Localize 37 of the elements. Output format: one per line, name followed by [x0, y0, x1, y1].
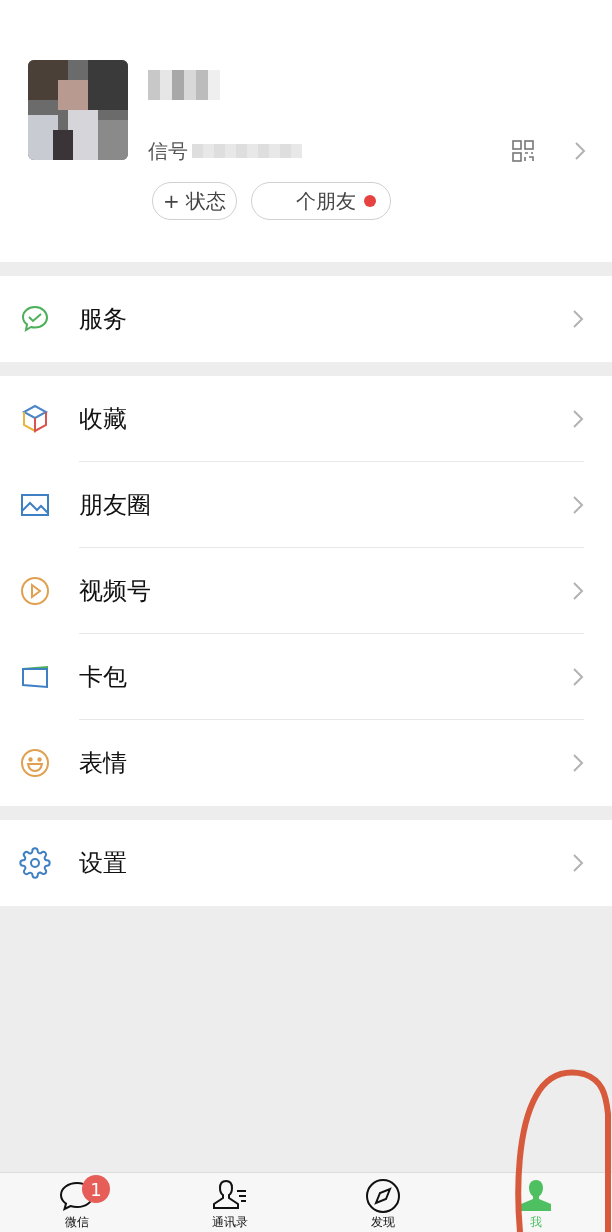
menu-item[interactable]: 服务 — [0, 276, 612, 362]
menu-item[interactable]: 视频号 — [0, 548, 612, 634]
menu-label: 朋友圈 — [79, 489, 152, 521]
chevron-right-icon — [572, 853, 584, 873]
tab[interactable]: 通讯录 — [153, 1173, 306, 1232]
id-label: 信号 — [148, 138, 188, 165]
menu-item[interactable]: 卡包 — [0, 634, 612, 720]
smiley-icon — [19, 747, 51, 779]
menu-item[interactable]: 朋友圈 — [0, 462, 612, 548]
settings-icon — [19, 847, 51, 879]
tab-label: 通讯录 — [211, 1215, 248, 1229]
tab[interactable]: 发现 — [306, 1173, 459, 1232]
qr-code-icon[interactable] — [512, 140, 534, 162]
chevron-right-icon — [572, 494, 584, 515]
menu-label: 设置 — [79, 848, 128, 879]
tab[interactable]: 微信 1 — [0, 1173, 153, 1232]
menu-label: 服务 — [79, 304, 128, 335]
tab-label: 发现 — [370, 1215, 395, 1229]
compass-icon — [363, 1177, 402, 1215]
menu-label: 卡包 — [79, 661, 128, 693]
tab-label: 微信 — [64, 1215, 89, 1229]
pixelated-name-drawing — [148, 70, 220, 100]
play-icon — [19, 575, 51, 607]
menu-label: 收藏 — [79, 403, 128, 435]
chevron-right-icon — [574, 141, 586, 161]
menu-item[interactable]: 设置 — [0, 820, 612, 906]
menu-item[interactable]: 表情 — [0, 720, 612, 806]
menu-label: 表情 — [79, 748, 128, 779]
chevron-right-icon — [572, 666, 584, 687]
chevron-right-icon — [572, 408, 584, 429]
menu-item[interactable]: 收藏 — [0, 376, 612, 462]
unread-badge: 1 — [82, 1175, 110, 1203]
chevron-right-icon — [572, 753, 584, 773]
chevron-right-icon — [572, 309, 584, 329]
tab-label: 我 — [529, 1215, 542, 1229]
chevron-right-icon — [572, 580, 584, 601]
menu-label: 视频号 — [79, 575, 152, 607]
